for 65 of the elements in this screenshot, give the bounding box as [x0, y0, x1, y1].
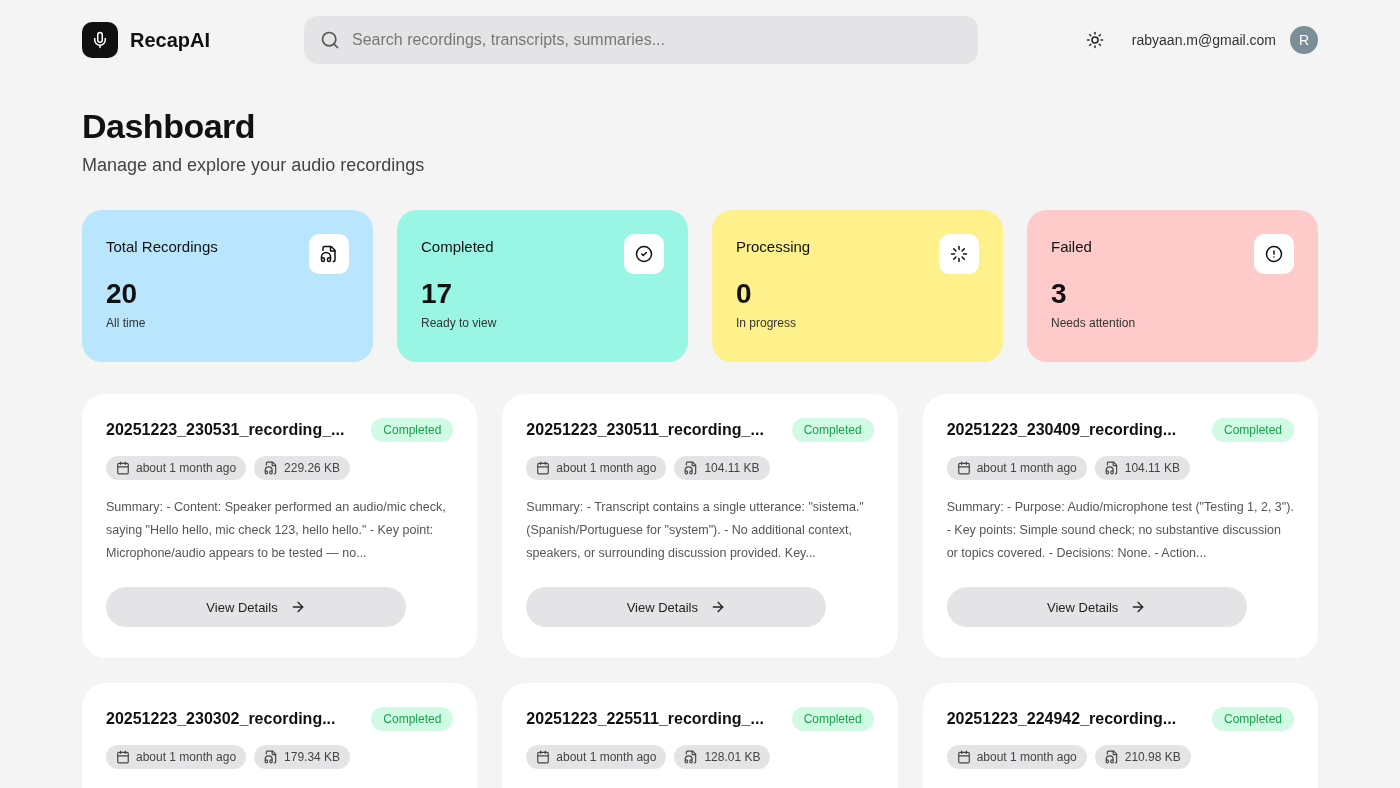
audio-file-icon — [1104, 750, 1119, 764]
alert-icon — [1265, 245, 1283, 263]
stat-value: 20 — [106, 278, 139, 310]
page-subtitle: Manage and explore your audio recordings — [82, 154, 426, 176]
size-text: 229.26 KB — [284, 461, 341, 475]
audio-file-icon — [1104, 461, 1119, 475]
recording-title: 20251223_230511_recording_... — [526, 420, 764, 440]
search-field[interactable]: Search recordings, transcripts, summaries... — [304, 16, 978, 64]
page-title: Dashboard — [82, 106, 257, 146]
date-text: about 1 month ago — [136, 750, 237, 764]
recording-title: 20251223_230302_recording... — [106, 709, 336, 729]
size-text: 104.11 KB — [1124, 461, 1180, 475]
stat-value: 3 — [1051, 278, 1068, 310]
recording-title: 20251223_230531_recording_... — [106, 420, 345, 440]
status-badge: Completed — [371, 707, 454, 731]
audio-file-icon — [684, 461, 699, 475]
size-text: 104.11 KB — [704, 461, 760, 475]
audio-file-icon — [684, 750, 699, 764]
date-text: about 1 month ago — [976, 461, 1077, 475]
brand-name: RecapAI — [130, 28, 211, 52]
stat-label: Processing — [736, 238, 811, 256]
summary-text: Summary: - Transcript contains a single utterance: "sistema." (Spanish/Portuguese for "system"). - No additional context, speakers, or surrounding discussion provided. Key... — [526, 499, 865, 562]
size-text: 128.01 KB — [704, 750, 761, 764]
user-email: rabyaan.m@gmail.com — [1131, 32, 1276, 48]
status-badge: Completed — [1211, 707, 1294, 731]
status-badge: Completed — [371, 418, 454, 442]
view-details-button[interactable]: View Details — [526, 587, 827, 627]
calendar-icon — [536, 750, 551, 764]
summary-text: Summary: - Purpose: Audio/microphone test ("Testing 1, 2, 3"). - Key points: Simple sound check; no substantive discussion or topics covered. - Decisions: None. - Action... — [946, 499, 1294, 562]
date-text: about 1 month ago — [556, 750, 657, 764]
calendar-icon — [956, 461, 971, 475]
status-badge: Completed — [1211, 418, 1294, 442]
audio-file-icon — [264, 461, 279, 475]
microphone-icon — [91, 31, 109, 49]
view-details-button[interactable]: View Details — [946, 587, 1247, 627]
audio-file-icon — [320, 245, 338, 263]
date-text: about 1 month ago — [136, 461, 237, 475]
status-badge: Completed — [791, 418, 874, 442]
stat-value: 17 — [421, 278, 454, 310]
stat-label: Completed — [421, 238, 494, 256]
recording-title: 20251223_224942_recording... — [946, 709, 1177, 729]
date-text: about 1 month ago — [556, 461, 657, 475]
stat-caption: Needs attention — [1051, 316, 1137, 330]
view-details-button[interactable]: View Details — [106, 587, 406, 627]
audio-file-icon — [264, 750, 279, 764]
stat-label: Total Recordings — [106, 238, 218, 256]
size-text: 179.34 KB — [284, 750, 341, 764]
stat-label: Failed — [1051, 238, 1092, 256]
stat-caption: Ready to view — [421, 316, 498, 330]
recording-title: 20251223_230409_recording... — [946, 420, 1177, 440]
spinner-icon — [950, 245, 968, 263]
size-text: 210.98 KB — [1124, 750, 1181, 764]
status-badge: Completed — [791, 707, 874, 731]
stat-value: 0 — [736, 278, 753, 310]
search-icon — [320, 30, 340, 50]
check-circle-icon — [635, 245, 653, 263]
calendar-icon — [956, 750, 971, 764]
calendar-icon — [116, 750, 130, 764]
date-text: about 1 month ago — [976, 750, 1077, 764]
calendar-icon — [116, 461, 130, 475]
calendar-icon — [536, 461, 551, 475]
stat-caption: In progress — [736, 316, 798, 330]
summary-text: Summary: - Content: Speaker performed an audio/mic check, saying "Hello hello, mic check 123, hello hello." - Key point: Microphone/audio appears to be tested — no... — [106, 499, 447, 562]
stat-caption: All time — [106, 316, 147, 330]
recording-title: 20251223_225511_recording_... — [526, 709, 764, 729]
